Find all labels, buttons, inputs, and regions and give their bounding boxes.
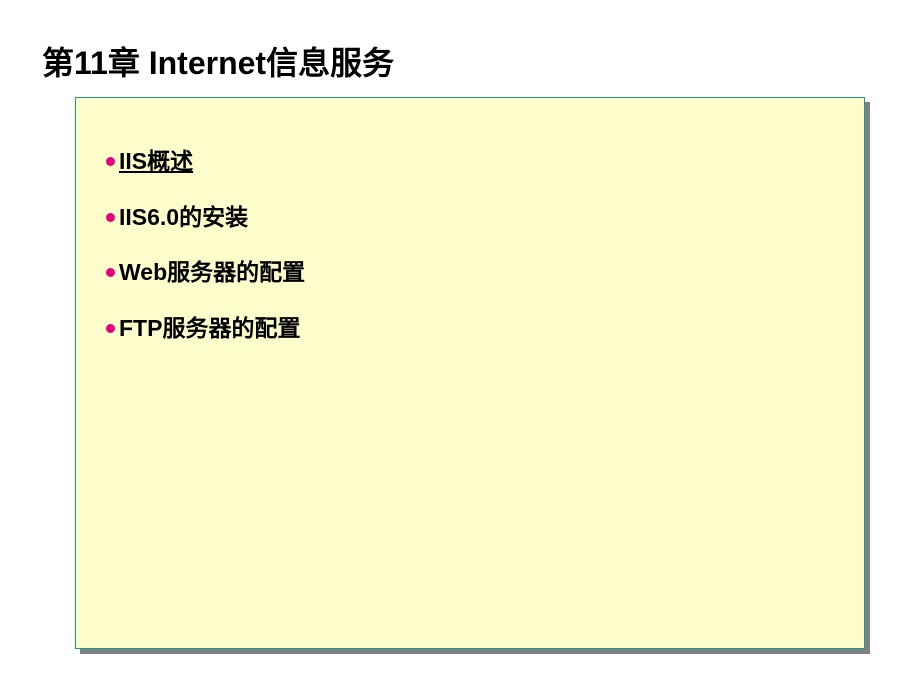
bullet-icon xyxy=(106,213,115,222)
bullet-text: FTP服务器的配置 xyxy=(119,315,300,343)
bullet-icon xyxy=(106,157,115,166)
bullet-icon xyxy=(106,268,115,277)
bullet-list: IIS概述 IIS6.0的安装 Web服务器的配置 FTP服务器的配置 xyxy=(106,148,305,370)
list-item: FTP服务器的配置 xyxy=(106,315,305,343)
bullet-text: IIS6.0的安装 xyxy=(119,204,248,232)
content-box: IIS概述 IIS6.0的安装 Web服务器的配置 FTP服务器的配置 xyxy=(75,97,865,649)
list-item: Web服务器的配置 xyxy=(106,259,305,287)
bullet-icon xyxy=(106,324,115,333)
slide-title: 第11章 Internet信息服务 xyxy=(42,38,394,84)
list-item: IIS概述 xyxy=(106,148,305,176)
bullet-text: Web服务器的配置 xyxy=(119,259,305,287)
bullet-text[interactable]: IIS概述 xyxy=(119,148,193,176)
list-item: IIS6.0的安装 xyxy=(106,204,305,232)
